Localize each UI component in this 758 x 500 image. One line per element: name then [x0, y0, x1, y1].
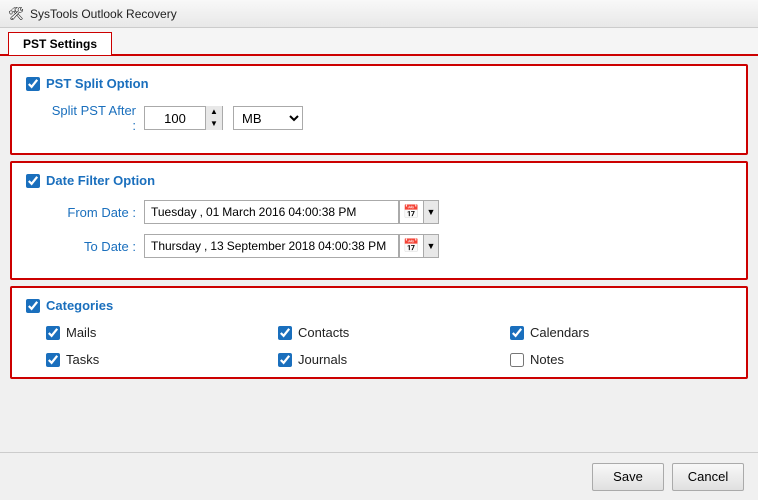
categories-header: Categories [26, 298, 732, 313]
to-year: 2018 [288, 239, 315, 253]
pst-split-checkbox[interactable] [26, 77, 40, 91]
unit-select[interactable]: MB GB [233, 106, 303, 130]
tab-pst-settings[interactable]: PST Settings [8, 32, 112, 55]
to-date-label: To Date : [46, 239, 136, 254]
to-day-num: 13 [210, 239, 223, 253]
category-label-calendars: Calendars [530, 325, 589, 340]
category-item: Notes [510, 352, 732, 367]
split-value-input[interactable]: 100 [145, 107, 205, 129]
from-cal-arrow[interactable]: ▼ [424, 201, 438, 223]
category-item: Contacts [278, 325, 500, 340]
date-filter-title: Date Filter Option [46, 173, 155, 188]
category-checkbox-tasks[interactable] [46, 353, 60, 367]
cancel-button[interactable]: Cancel [672, 463, 744, 491]
category-item: Tasks [46, 352, 268, 367]
category-checkbox-contacts[interactable] [278, 326, 292, 340]
category-label-notes: Notes [530, 352, 564, 367]
from-time: 04:00:38 PM [288, 205, 356, 219]
category-checkbox-notes[interactable] [510, 353, 524, 367]
to-date-display[interactable]: Thursday , 13 September 2018 04:00:38 PM [144, 234, 399, 258]
to-day: Thursday [151, 239, 201, 253]
from-year: 2016 [259, 205, 286, 219]
category-label-mails: Mails [66, 325, 96, 340]
save-button[interactable]: Save [592, 463, 664, 491]
from-date-row: From Date : Tuesday , 01 March 2016 04:0… [26, 200, 732, 224]
from-comma: , [200, 205, 203, 219]
category-label-tasks: Tasks [66, 352, 99, 367]
category-label-contacts: Contacts [298, 325, 349, 340]
pst-split-header: PST Split Option [26, 76, 732, 91]
title-bar: 🛠 SysTools Outlook Recovery [0, 0, 758, 28]
split-value-spinner[interactable]: 100 ▲ ▼ [144, 106, 223, 130]
category-item: Journals [278, 352, 500, 367]
split-label: Split PST After : [46, 103, 136, 133]
categories-title: Categories [46, 298, 113, 313]
from-date-group: Tuesday , 01 March 2016 04:00:38 PM 📅 ▼ [144, 200, 439, 224]
from-month: March [222, 205, 255, 219]
to-date-group: Thursday , 13 September 2018 04:00:38 PM… [144, 234, 439, 258]
to-comma: , [204, 239, 207, 253]
categories-grid: Mails Contacts Calendars Tasks Journals Notes [26, 325, 732, 367]
to-cal-arrow[interactable]: ▼ [424, 235, 438, 257]
category-item: Mails [46, 325, 268, 340]
category-checkbox-calendars[interactable] [510, 326, 524, 340]
to-time: 04:00:38 PM [318, 239, 386, 253]
category-label-journals: Journals [298, 352, 347, 367]
pst-split-title: PST Split Option [46, 76, 149, 91]
spin-down-button[interactable]: ▼ [206, 118, 222, 130]
from-date-display[interactable]: Tuesday , 01 March 2016 04:00:38 PM [144, 200, 399, 224]
from-day: Tuesday [151, 205, 197, 219]
main-content: PST Split Option Split PST After : 100 ▲… [0, 56, 758, 452]
tab-bar: PST Settings [0, 28, 758, 56]
date-filter-section: Date Filter Option From Date : Tuesday ,… [10, 161, 748, 280]
category-checkbox-mails[interactable] [46, 326, 60, 340]
categories-checkbox[interactable] [26, 299, 40, 313]
to-cal-icon[interactable]: 📅 [400, 235, 424, 257]
from-date-label: From Date : [46, 205, 136, 220]
to-cal-group[interactable]: 📅 ▼ [399, 234, 439, 258]
split-pst-row: Split PST After : 100 ▲ ▼ MB GB [26, 103, 732, 133]
category-checkbox-journals[interactable] [278, 353, 292, 367]
category-item: Calendars [510, 325, 732, 340]
to-month: September [227, 239, 286, 253]
bottom-bar: Save Cancel [0, 452, 758, 500]
from-day-num: 01 [206, 205, 219, 219]
date-filter-header: Date Filter Option [26, 173, 732, 188]
date-filter-checkbox[interactable] [26, 174, 40, 188]
app-icon: 🛠 [8, 6, 24, 22]
title-bar-text: SysTools Outlook Recovery [30, 7, 177, 21]
spin-up-button[interactable]: ▲ [206, 106, 222, 118]
pst-split-section: PST Split Option Split PST After : 100 ▲… [10, 64, 748, 155]
categories-section: Categories Mails Contacts Calendars Tasks Jo… [10, 286, 748, 379]
spin-buttons: ▲ ▼ [205, 106, 222, 130]
from-cal-icon[interactable]: 📅 [400, 201, 424, 223]
from-cal-group[interactable]: 📅 ▼ [399, 200, 439, 224]
to-date-row: To Date : Thursday , 13 September 2018 0… [26, 234, 732, 258]
